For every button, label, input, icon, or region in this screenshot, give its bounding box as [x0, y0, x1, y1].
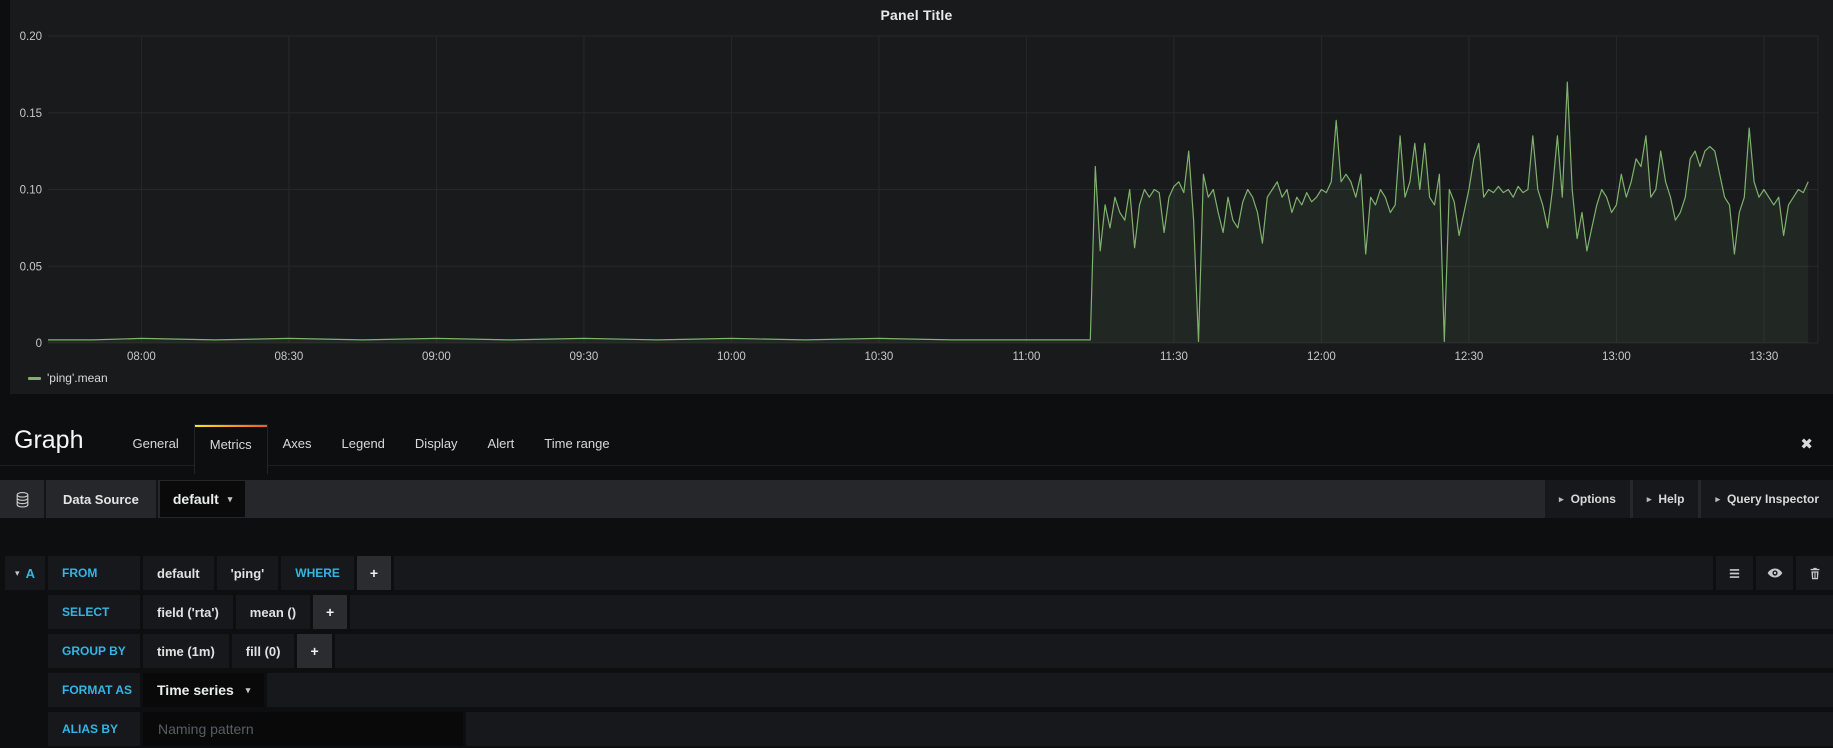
datasource-label: Data Source: [46, 480, 158, 518]
row-indent: [5, 595, 48, 629]
x-axis-tick: 13:30: [1750, 351, 1779, 363]
format-as-value: Time series: [157, 682, 234, 698]
legend-series-label: 'ping'.mean: [47, 371, 108, 385]
row-filler: [267, 673, 1833, 707]
alias-by-input[interactable]: [143, 712, 463, 746]
datasource-select[interactable]: default ▾: [160, 481, 245, 517]
database-icon: [0, 480, 46, 518]
query-row-select: SELECTfield ('rta')mean ()+: [5, 595, 1833, 629]
x-axis-tick: 13:00: [1602, 351, 1631, 363]
tab-axes[interactable]: Axes: [268, 424, 327, 465]
query-row-format-as: FORMAT AS Time series ▾: [5, 673, 1833, 707]
toolbar-buttons: ▸ Options ▸ Help ▸ Query Inspector: [1542, 480, 1833, 518]
panel-editor-header: Graph GeneralMetricsAxesLegendDisplayAle…: [0, 410, 1833, 466]
query-part[interactable]: field ('rta'): [143, 595, 233, 629]
menu-icon[interactable]: [1716, 556, 1753, 590]
add-part-button[interactable]: +: [357, 556, 391, 590]
trash-icon[interactable]: [1796, 556, 1833, 590]
y-axis-tick: 0.10: [20, 185, 42, 197]
row-indent: [5, 634, 48, 668]
editor-tabs: GeneralMetricsAxesLegendDisplayAlertTime…: [117, 410, 624, 465]
keyword-select[interactable]: SELECT: [48, 595, 140, 629]
query-collapse-toggle[interactable]: ▾A: [5, 556, 45, 590]
row-filler: [350, 595, 1833, 629]
row-filler: [466, 712, 1833, 746]
x-axis-tick: 08:30: [275, 351, 304, 363]
datasource-value: default: [173, 491, 219, 507]
query-row-group-by: GROUP BYtime (1m)fill (0)+: [5, 634, 1833, 668]
query-part[interactable]: 'ping': [217, 556, 279, 590]
tab-time-range[interactable]: Time range: [529, 424, 624, 465]
y-axis-tick: 0.15: [20, 108, 42, 120]
query-part[interactable]: WHERE: [281, 556, 354, 590]
options-button[interactable]: ▸ Options: [1545, 480, 1630, 518]
x-axis-tick: 10:00: [717, 351, 746, 363]
grafana-panel-editor: 0 0.05 0.10 0.15 0.20 08:00 08:30 09:00 09:30 10:…: [0, 0, 1833, 748]
tab-general[interactable]: General: [117, 424, 193, 465]
x-axis-tick: 09:00: [422, 351, 451, 363]
x-axis-tick: 09:30: [570, 351, 599, 363]
tab-legend[interactable]: Legend: [327, 424, 400, 465]
chart-legend[interactable]: 'ping'.mean: [28, 371, 108, 385]
caret-right-icon: ▸: [1559, 494, 1564, 505]
tab-alert[interactable]: Alert: [473, 424, 530, 465]
query-part[interactable]: mean (): [236, 595, 310, 629]
chevron-down-icon: ▾: [15, 568, 20, 579]
query-letter: A: [26, 566, 35, 581]
query-row-alias-by: ALIAS BY: [5, 712, 1833, 746]
x-axis-tick: 12:00: [1307, 351, 1336, 363]
row-filler: [335, 634, 1833, 668]
button-label: Query Inspector: [1727, 492, 1819, 506]
query-editor: ▾AFROMdefault'ping'WHERE+SELECTfield ('r…: [5, 556, 1833, 748]
y-axis-tick: 0.20: [20, 31, 42, 43]
button-label: Help: [1658, 492, 1684, 506]
panel-type-title: Graph: [14, 426, 83, 455]
time-series-chart[interactable]: 0 0.05 0.10 0.15 0.20 08:00 08:30 09:00 09:30 10:…: [0, 0, 1833, 394]
x-axis-tick: 11:30: [1160, 351, 1188, 363]
row-indent: [5, 712, 48, 746]
query-part[interactable]: fill (0): [232, 634, 295, 668]
add-part-button[interactable]: +: [297, 634, 331, 668]
legend-series-color-dash: [28, 377, 41, 380]
help-button[interactable]: ▸ Help: [1633, 480, 1699, 518]
datasource-toolbar: Data Source default ▾ ▸ Options ▸ Help ▸ Quer…: [0, 480, 1833, 518]
x-axis-tick: 11:00: [1012, 351, 1040, 363]
caret-right-icon: ▸: [1647, 494, 1652, 505]
tab-display[interactable]: Display: [400, 424, 473, 465]
query-part[interactable]: default: [143, 556, 214, 590]
caret-right-icon: ▸: [1715, 494, 1720, 505]
keyword-group-by[interactable]: GROUP BY: [48, 634, 140, 668]
row-indent: [5, 673, 48, 707]
chevron-down-icon: ▾: [246, 685, 251, 696]
button-label: Options: [1571, 492, 1616, 506]
y-axis-tick: 0.05: [20, 261, 42, 273]
keyword-alias-by[interactable]: ALIAS BY: [48, 712, 140, 746]
add-part-button[interactable]: +: [313, 595, 347, 629]
query-part[interactable]: time (1m): [143, 634, 229, 668]
toolbar-spacer: [245, 480, 1542, 518]
x-axis-tick: 08:00: [127, 351, 156, 363]
chevron-down-icon: ▾: [228, 494, 233, 505]
close-editor-icon[interactable]: ✖: [1800, 435, 1813, 453]
query-row-from: ▾AFROMdefault'ping'WHERE+: [5, 556, 1833, 590]
query-inspector-button[interactable]: ▸ Query Inspector: [1701, 480, 1833, 518]
keyword-from[interactable]: FROM: [48, 556, 140, 590]
keyword-format-as[interactable]: FORMAT AS: [48, 673, 140, 707]
x-axis-tick: 10:30: [865, 351, 894, 363]
x-axis-tick: 12:30: [1455, 351, 1484, 363]
tab-metrics[interactable]: Metrics: [194, 424, 268, 474]
format-as-select[interactable]: Time series ▾: [143, 673, 264, 707]
panel-title[interactable]: Panel Title: [0, 7, 1833, 23]
eye-icon[interactable]: [1756, 556, 1793, 590]
row-filler: [394, 556, 1713, 590]
y-axis-tick: 0: [36, 338, 42, 350]
